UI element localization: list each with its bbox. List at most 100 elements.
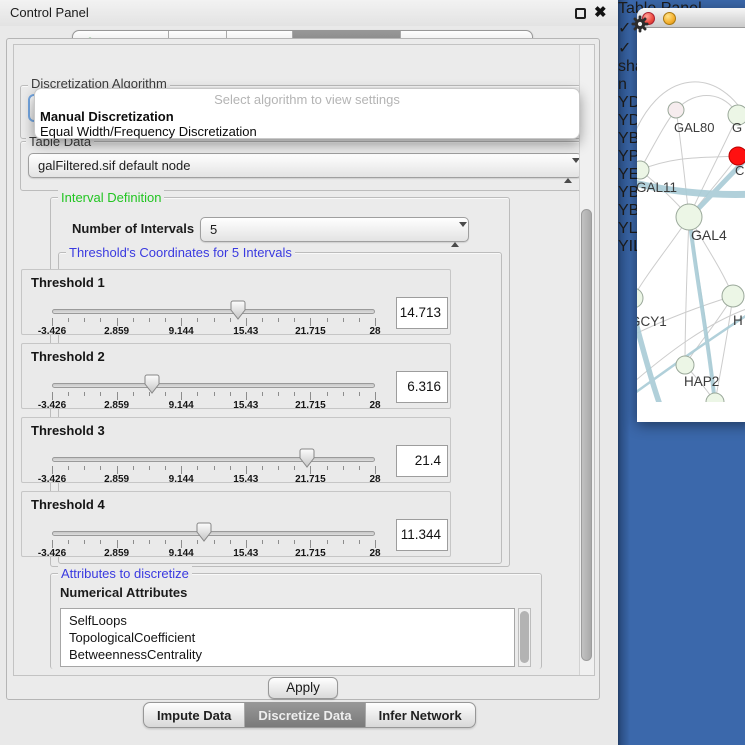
slider-tick [197, 466, 198, 470]
threshold-slider[interactable]: -3.4262.8599.14415.4321.71528 [52, 306, 375, 334]
threshold-value-field[interactable]: 6.316 [396, 371, 448, 403]
float-window-icon[interactable] [575, 8, 586, 19]
apply-button[interactable]: Apply [268, 677, 338, 699]
slider-tick [278, 318, 279, 322]
zoom-traffic-light-icon[interactable] [685, 12, 698, 25]
attribute-item-topologicalcoefficient[interactable]: TopologicalCoefficient [61, 629, 514, 646]
slider-tick [197, 392, 198, 396]
slider-tick [230, 392, 231, 396]
slider-tick [294, 318, 295, 322]
slider-tick [100, 466, 101, 470]
network-node-h[interactable] [722, 285, 744, 307]
threshold-slider[interactable]: -3.4262.8599.14415.4321.71528 [52, 454, 375, 482]
network-node[interactable] [706, 393, 724, 402]
threshold-value-field[interactable]: 14.713 [396, 297, 448, 329]
slider-tick [278, 392, 279, 396]
thresholds-group-title: Threshold's Coordinates for 5 Intervals [66, 245, 295, 260]
slider-tick [359, 318, 360, 322]
slider-tick [117, 466, 118, 474]
node-label: GCY1 [637, 314, 667, 329]
threshold-label: Threshold 3 [31, 423, 105, 438]
slider-tick [359, 466, 360, 470]
slider-tick [181, 392, 182, 400]
network-view[interactable]: GAL80GGAL11CGAL4GCY1HHAP2 [637, 8, 745, 407]
slider-tick [214, 392, 215, 396]
threshold-slider[interactable]: -3.4262.8599.14415.4321.71528 [52, 380, 375, 408]
num-intervals-label: Number of Intervals [72, 221, 194, 236]
desktop-background: GAL80GGAL11CGAL4GCY1HHAP2 Table Panel ✓ … [618, 0, 745, 745]
slider-tick-label: 21.715 [295, 400, 326, 411]
slider-tick [246, 540, 247, 548]
attribute-item-selfloops[interactable]: SelfLoops [61, 612, 514, 629]
node-label: GAL80 [674, 120, 714, 135]
slider-tick [149, 466, 150, 470]
slider-track[interactable] [52, 383, 375, 388]
algorithm-option-equal-width[interactable]: Equal Width/Frequency Discretization [35, 124, 579, 139]
network-node-hap2[interactable] [676, 356, 694, 374]
attributes-scrollbar[interactable] [518, 608, 531, 667]
slider-tick [343, 392, 344, 396]
bottom-tab-bar: Impute Data Discretize DataInfer Network [143, 702, 476, 728]
numerical-attributes-list[interactable]: SelfLoopsTopologicalCoefficientBetweenne… [60, 608, 515, 667]
threshold-value-field[interactable]: 11.344 [396, 519, 448, 551]
slider-tick-label: -3.426 [38, 548, 66, 559]
slider-tick [84, 540, 85, 544]
node-label: GAL4 [691, 227, 727, 243]
slider-thumb[interactable] [144, 374, 160, 394]
settings-scroll-pane: Discretization Algorithm Select algorith… [13, 44, 595, 676]
table-data-combobox[interactable]: galFiltered.sif default node [28, 153, 582, 178]
slider-tick-label: -3.426 [38, 474, 66, 485]
tab-discretize-data[interactable]: Discretize Data [245, 703, 365, 727]
slider-thumb[interactable] [196, 522, 212, 542]
slider-tick [133, 466, 134, 470]
threshold-panel-4: Threshold 4 -3.4262.8599.14415.4321.71528… [21, 491, 451, 557]
network-window: GAL80GGAL11CGAL4GCY1HHAP2 [637, 8, 745, 422]
threshold-slider[interactable]: -3.4262.8599.14415.4321.71528 [52, 528, 375, 556]
slider-track[interactable] [52, 531, 375, 536]
slider-tick [246, 466, 247, 474]
slider-tick [52, 392, 53, 400]
slider-tick-label: 15.43 [233, 474, 258, 485]
slider-thumb[interactable] [299, 448, 315, 468]
slider-tick [327, 466, 328, 470]
slider-tick [375, 466, 376, 474]
slider-tick [375, 540, 376, 548]
slider-tick-label: 21.715 [295, 326, 326, 337]
slider-tick [327, 318, 328, 322]
gear-icon[interactable] [631, 15, 649, 33]
close-icon[interactable]: ✖ [594, 3, 607, 21]
control-panel: Control Panel ✖ NetworkStyleSelectCyni T… [0, 0, 618, 745]
algorithm-option-manual[interactable]: Manual Discretization [35, 109, 579, 124]
slider-tick [52, 466, 53, 474]
slider-tick [262, 318, 263, 322]
slider-tick-label: 2.859 [104, 548, 129, 559]
settings-scrollbar-track[interactable] [579, 45, 594, 675]
network-node-gcy1[interactable] [637, 288, 643, 308]
minimize-traffic-light-icon[interactable] [663, 12, 676, 25]
threshold-value-field[interactable]: 21.4 [396, 445, 448, 477]
slider-track[interactable] [52, 309, 375, 314]
settings-scrollbar-thumb[interactable] [581, 209, 592, 661]
network-node-gal80[interactable] [668, 102, 684, 118]
num-intervals-combobox[interactable]: 5 [200, 217, 469, 242]
slider-tick [310, 392, 311, 400]
threshold-label: Threshold 1 [31, 275, 105, 290]
threshold-panel-1: Threshold 1 -3.4262.8599.14415.4321.71528… [21, 269, 451, 335]
slider-tick-label: 21.715 [295, 548, 326, 559]
numerical-attributes-label: Numerical Attributes [60, 585, 187, 600]
slider-track[interactable] [52, 457, 375, 462]
attribute-item-betweennesscentrality[interactable]: BetweennessCentrality [61, 646, 514, 663]
panel-title: Control Panel [10, 5, 89, 20]
slider-tick [117, 318, 118, 326]
threshold-label: Threshold 4 [31, 497, 105, 512]
slider-tick [310, 540, 311, 548]
network-graph: GAL80GGAL11CGAL4GCY1HHAP2 [637, 8, 745, 402]
slider-tick-label: 2.859 [104, 474, 129, 485]
tab-label: Impute Data [157, 708, 231, 723]
network-window-titlebar[interactable] [637, 8, 745, 28]
slider-tick-label: 21.715 [295, 474, 326, 485]
slider-thumb[interactable] [230, 300, 246, 320]
threshold-panel-2: Threshold 2-3.4262.8599.14415.4321.71528… [21, 343, 451, 409]
tab-impute-data[interactable]: Impute Data [144, 703, 245, 727]
tab-infer-network[interactable]: Infer Network [366, 703, 475, 727]
